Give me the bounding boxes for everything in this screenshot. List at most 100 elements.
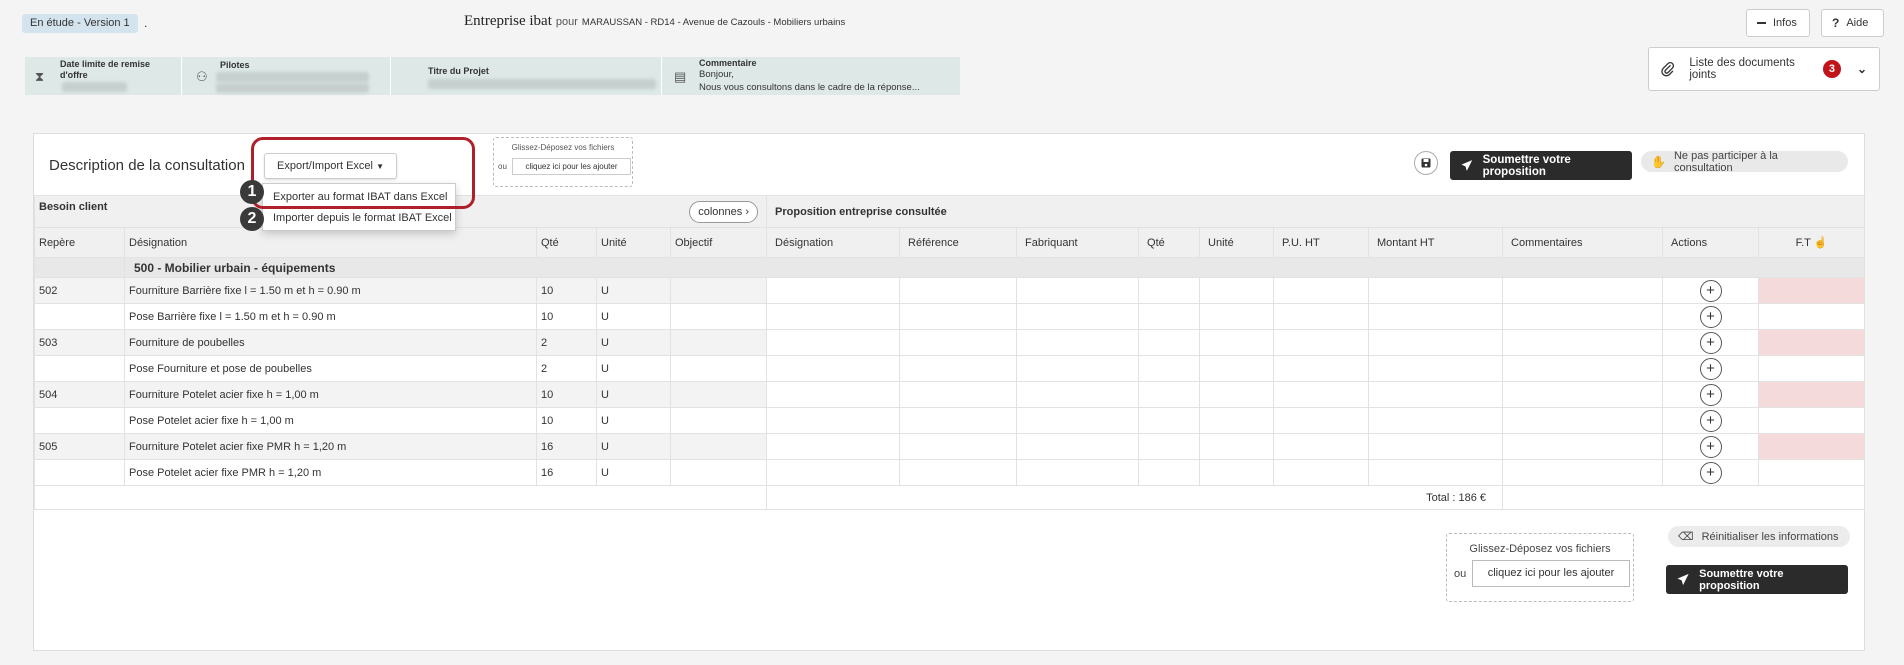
add-line-button[interactable]: + <box>1699 409 1722 432</box>
input-montant-ht[interactable] <box>1368 459 1504 486</box>
chevron-down-icon[interactable]: ⌄ <box>1857 62 1867 76</box>
input-reference[interactable] <box>899 329 1018 356</box>
add-files-button[interactable]: cliquez ici pour les ajouter <box>512 158 631 175</box>
cell-ft[interactable] <box>1758 355 1866 382</box>
input-prop-designation[interactable] <box>766 329 901 356</box>
input-prop-qte[interactable] <box>1138 303 1201 330</box>
cell-ft[interactable] <box>1758 459 1866 486</box>
input-montant-ht[interactable] <box>1368 277 1504 304</box>
decline-consultation-button[interactable]: ✋ Ne pas participer à la consultation <box>1641 150 1848 174</box>
input-prop-qte[interactable] <box>1138 433 1201 460</box>
attached-documents-button[interactable]: Liste des documents joints 3 ⌄ <box>1648 47 1880 91</box>
input-prop-designation[interactable] <box>766 381 901 408</box>
input-montant-ht[interactable] <box>1368 381 1504 408</box>
menu-item-import[interactable]: Importer depuis le format IBAT Excel <box>273 212 452 224</box>
add-line-button[interactable]: + <box>1699 305 1722 328</box>
save-icon[interactable] <box>1414 151 1438 175</box>
cell-qte: 2 <box>536 355 597 382</box>
cell-ft[interactable] <box>1758 329 1866 356</box>
input-prop-designation[interactable] <box>766 459 901 486</box>
input-prop-qte[interactable] <box>1138 329 1201 356</box>
input-commentaires[interactable] <box>1502 407 1664 434</box>
input-pu-ht[interactable] <box>1273 277 1370 304</box>
input-prop-unite[interactable] <box>1199 381 1275 408</box>
input-commentaires[interactable] <box>1502 459 1664 486</box>
add-line-button[interactable]: + <box>1699 461 1722 484</box>
input-prop-designation[interactable] <box>766 303 901 330</box>
menu-item-export[interactable]: Exporter au format IBAT dans Excel <box>273 191 447 203</box>
input-prop-designation[interactable] <box>766 355 901 382</box>
project-title-value-redacted <box>428 79 656 89</box>
add-files-button[interactable]: cliquez ici pour les ajouter <box>1472 560 1630 587</box>
input-fabriquant[interactable] <box>1016 433 1140 460</box>
input-pu-ht[interactable] <box>1273 433 1370 460</box>
input-fabriquant[interactable] <box>1016 459 1140 486</box>
input-prop-qte[interactable] <box>1138 407 1201 434</box>
input-montant-ht[interactable] <box>1368 355 1504 382</box>
input-fabriquant[interactable] <box>1016 303 1140 330</box>
input-prop-unite[interactable] <box>1199 355 1275 382</box>
input-reference[interactable] <box>899 355 1018 382</box>
input-montant-ht[interactable] <box>1368 407 1504 434</box>
input-fabriquant[interactable] <box>1016 407 1140 434</box>
input-montant-ht[interactable] <box>1368 303 1504 330</box>
cell-ft[interactable] <box>1758 277 1866 304</box>
cell-ft[interactable] <box>1758 381 1866 408</box>
input-reference[interactable] <box>899 459 1018 486</box>
submit-proposal-button-top[interactable]: Soumettre votre proposition <box>1450 151 1632 180</box>
input-fabriquant[interactable] <box>1016 355 1140 382</box>
file-dropzone-top[interactable]: Glissez-Déposez vos fichiers ou cliquez … <box>493 137 633 187</box>
input-prop-qte[interactable] <box>1138 459 1201 486</box>
input-commentaires[interactable] <box>1502 433 1664 460</box>
add-line-button[interactable]: + <box>1699 435 1722 458</box>
input-reference[interactable] <box>899 433 1018 460</box>
input-pu-ht[interactable] <box>1273 355 1370 382</box>
input-prop-qte[interactable] <box>1138 381 1201 408</box>
submit-proposal-button-bottom[interactable]: Soumettre votre proposition <box>1666 565 1848 594</box>
input-commentaires[interactable] <box>1502 355 1664 382</box>
input-commentaires[interactable] <box>1502 303 1664 330</box>
input-montant-ht[interactable] <box>1368 329 1504 356</box>
input-commentaires[interactable] <box>1502 277 1664 304</box>
add-line-button[interactable]: + <box>1699 357 1722 380</box>
add-line-button[interactable]: + <box>1699 331 1722 354</box>
input-prop-unite[interactable] <box>1199 433 1275 460</box>
cell-ft[interactable] <box>1758 407 1866 434</box>
input-prop-unite[interactable] <box>1199 277 1275 304</box>
input-prop-unite[interactable] <box>1199 459 1275 486</box>
input-prop-unite[interactable] <box>1199 407 1275 434</box>
input-prop-designation[interactable] <box>766 277 901 304</box>
input-prop-designation[interactable] <box>766 433 901 460</box>
colonnes-button[interactable]: colonnes › <box>689 200 759 223</box>
input-commentaires[interactable] <box>1502 381 1664 408</box>
input-reference[interactable] <box>899 381 1018 408</box>
input-pu-ht[interactable] <box>1273 303 1370 330</box>
input-reference[interactable] <box>899 407 1018 434</box>
export-import-excel-button[interactable]: Export/Import Excel ▼ <box>264 153 397 179</box>
add-line-button[interactable]: + <box>1699 383 1722 406</box>
input-pu-ht[interactable] <box>1273 459 1370 486</box>
input-prop-designation[interactable] <box>766 407 901 434</box>
input-fabriquant[interactable] <box>1016 381 1140 408</box>
add-line-button[interactable]: + <box>1699 279 1722 302</box>
input-fabriquant[interactable] <box>1016 329 1140 356</box>
input-prop-qte[interactable] <box>1138 355 1201 382</box>
input-prop-unite[interactable] <box>1199 329 1275 356</box>
input-pu-ht[interactable] <box>1273 329 1370 356</box>
input-reference[interactable] <box>899 277 1018 304</box>
infos-button[interactable]: Infos <box>1746 9 1810 37</box>
input-prop-qte[interactable] <box>1138 277 1201 304</box>
input-pu-ht[interactable] <box>1273 407 1370 434</box>
input-montant-ht[interactable] <box>1368 433 1504 460</box>
col-pu-ht: P.U. HT <box>1273 227 1370 258</box>
input-pu-ht[interactable] <box>1273 381 1370 408</box>
reset-information-button[interactable]: ⌫ Réinitialiser les informations <box>1668 526 1850 547</box>
input-prop-unite[interactable] <box>1199 303 1275 330</box>
cell-ft[interactable] <box>1758 303 1866 330</box>
input-reference[interactable] <box>899 303 1018 330</box>
file-dropzone-bottom[interactable]: Glissez-Déposez vos fichiers ou cliquez … <box>1446 533 1634 602</box>
cell-ft[interactable] <box>1758 433 1866 460</box>
input-commentaires[interactable] <box>1502 329 1664 356</box>
input-fabriquant[interactable] <box>1016 277 1140 304</box>
aide-button[interactable]: ? Aide <box>1821 9 1884 37</box>
